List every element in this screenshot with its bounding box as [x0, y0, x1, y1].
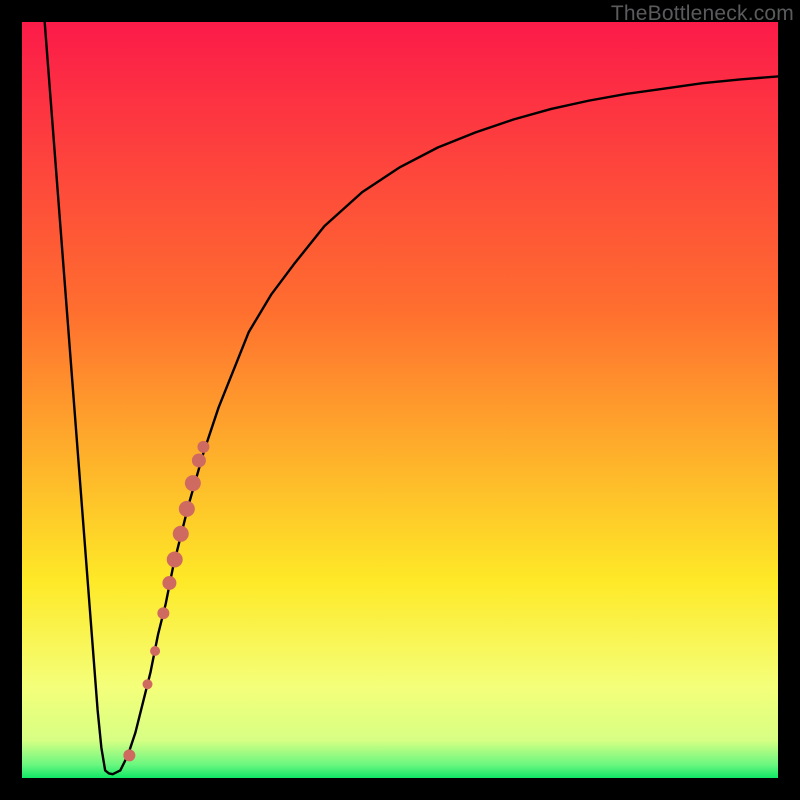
- data-dot: [150, 646, 160, 656]
- gradient-background: [22, 22, 778, 778]
- data-dot: [123, 749, 135, 761]
- data-dot: [173, 526, 189, 542]
- data-dot: [167, 552, 183, 568]
- chart-frame: TheBottleneck.com: [0, 0, 800, 800]
- data-dot: [179, 501, 195, 517]
- data-dot: [197, 441, 209, 453]
- plot-area: [22, 22, 778, 778]
- data-dot: [162, 576, 176, 590]
- data-dot: [143, 679, 153, 689]
- data-dot: [192, 453, 206, 467]
- watermark-text: TheBottleneck.com: [611, 2, 794, 26]
- data-dot: [185, 475, 201, 491]
- plot-svg: [22, 22, 778, 778]
- data-dot: [157, 607, 169, 619]
